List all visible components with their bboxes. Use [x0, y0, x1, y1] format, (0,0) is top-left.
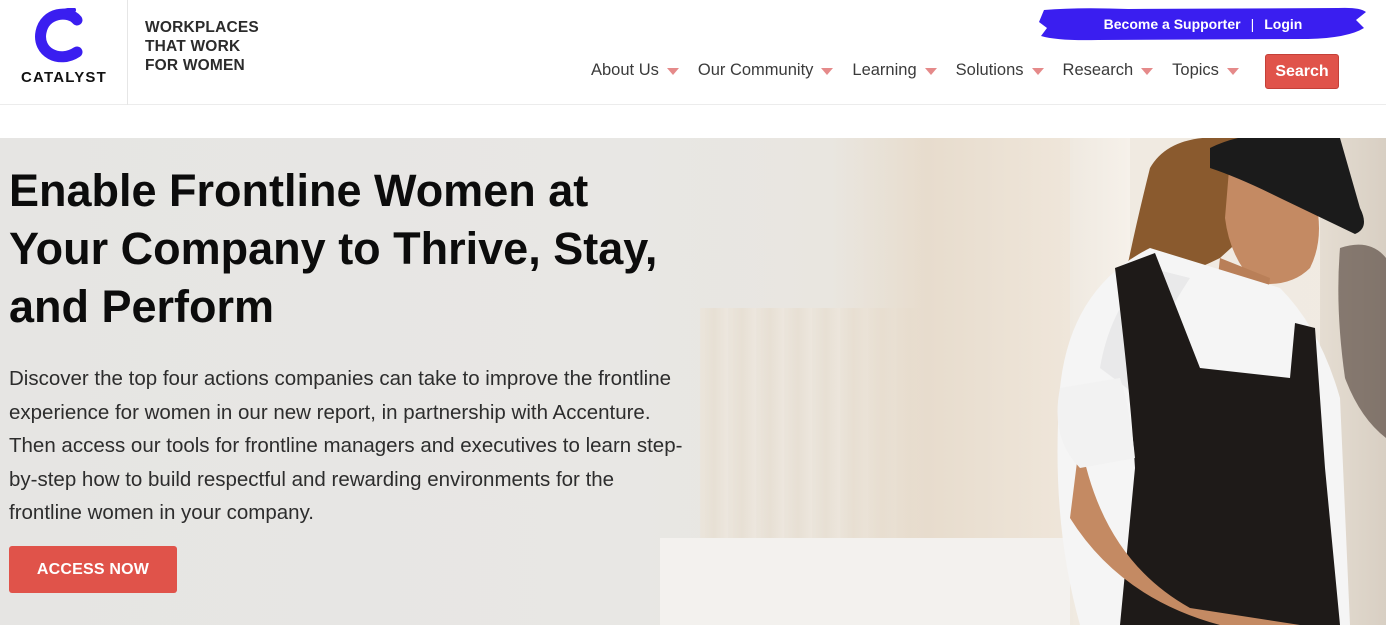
- login-link[interactable]: Login: [1264, 16, 1302, 32]
- caret-down-icon: [924, 67, 937, 75]
- frontline-worker-photo: [1057, 138, 1386, 625]
- hero-title: Enable Frontline Women at Your Company t…: [9, 165, 658, 332]
- tagline-line: WORKPLACES: [145, 19, 259, 36]
- nav-item-learning[interactable]: Learning: [852, 60, 937, 80]
- hero-description: Discover the top four actions companies …: [9, 367, 683, 524]
- nav-item-label: Solutions: [955, 60, 1024, 79]
- nav-item-our-community[interactable]: Our Community: [698, 61, 834, 80]
- become-supporter-link[interactable]: Become a Supporter: [1104, 16, 1241, 32]
- nav-item-research[interactable]: Research: [1063, 61, 1154, 80]
- logo-wordmark: CATALYST: [21, 69, 107, 86]
- brand-tagline: WORKPLACES THAT WORK FOR WOMEN: [145, 18, 259, 75]
- logo-link[interactable]: CATALYST: [0, 0, 128, 105]
- tagline-line: FOR WOMEN: [145, 57, 245, 74]
- catalyst-logo-icon: [35, 8, 83, 63]
- nav-item-label: Learning: [852, 60, 917, 79]
- site-header: CATALYST WORKPLACES THAT WORK FOR WOMEN …: [0, 0, 1386, 105]
- tagline-line: THAT WORK: [145, 38, 241, 55]
- hero-background-counter: [660, 538, 1080, 625]
- caret-down-icon: [666, 67, 679, 75]
- caret-down-icon: [1031, 67, 1044, 75]
- nav-item-label: Our Community: [697, 60, 814, 79]
- search-button[interactable]: Search: [1265, 54, 1339, 89]
- caret-down-icon: [821, 67, 834, 75]
- utility-links: Become a Supporter | Login: [1038, 6, 1368, 42]
- nav-item-label: Research: [1062, 60, 1134, 79]
- nav-item-solutions[interactable]: Solutions: [956, 61, 1044, 80]
- hero-banner: Enable Frontline Women at Your Company t…: [0, 138, 1386, 625]
- caret-down-icon: [1226, 67, 1239, 75]
- main-nav: About Us Our Community Learning Solution…: [591, 58, 1258, 82]
- nav-item-topics[interactable]: Topics: [1172, 61, 1239, 80]
- nav-item-about-us[interactable]: About Us: [591, 61, 679, 80]
- access-now-button[interactable]: ACCESS NOW: [9, 546, 177, 593]
- nav-item-label: About Us: [591, 60, 659, 79]
- nav-item-label: Topics: [1172, 60, 1219, 79]
- caret-down-icon: [1141, 67, 1154, 75]
- utility-separator: |: [1250, 16, 1255, 32]
